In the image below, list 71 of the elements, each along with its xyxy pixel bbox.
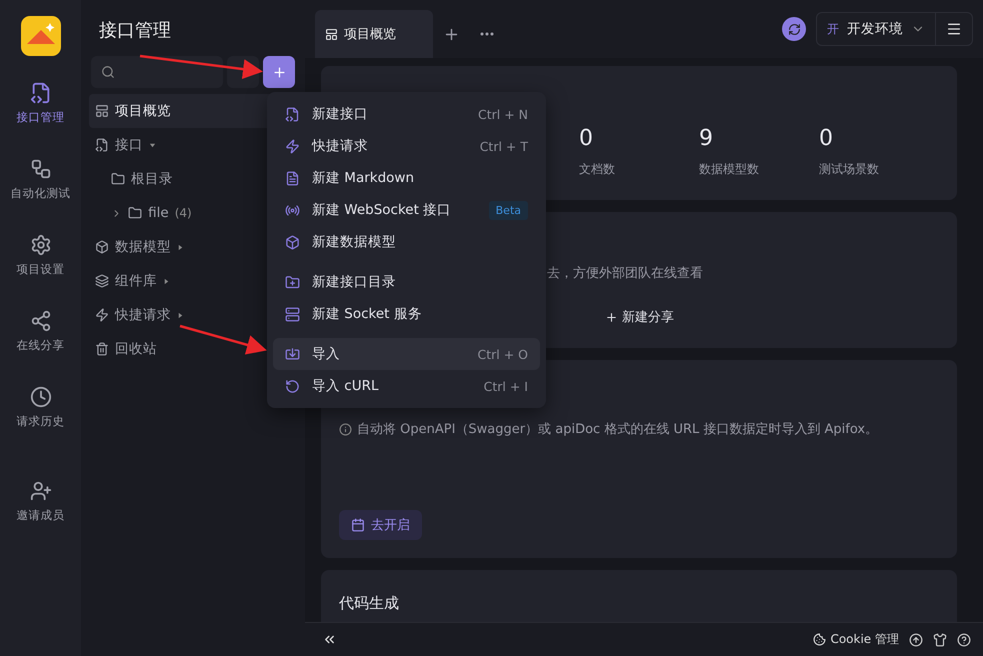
stat-label: 测试场景数: [819, 161, 880, 178]
menu-icon: [946, 21, 962, 37]
card-title: 代码生成: [339, 594, 400, 613]
cube-icon: [95, 240, 110, 254]
sync-button[interactable]: [782, 17, 806, 41]
nav-item[interactable]: 接口管理: [16, 82, 65, 158]
flow-icon: [30, 158, 52, 180]
info-icon: [339, 422, 352, 436]
stat-value: 0: [819, 126, 834, 151]
import-icon: [285, 346, 300, 362]
caret-icon[interactable]: [163, 278, 170, 284]
plus-icon: [605, 310, 618, 324]
layers-icon: [95, 274, 110, 288]
beta-badge: Beta: [488, 200, 528, 220]
nav-item[interactable]: 请求历史: [16, 386, 65, 462]
folder-plus-icon: [285, 274, 300, 290]
caret-icon[interactable]: [177, 244, 184, 250]
shortcut-text: Ctrl + I: [484, 378, 528, 394]
plus-icon: [272, 64, 286, 80]
clock-icon: [30, 386, 52, 408]
cookie-button[interactable]: Cookie 管理: [813, 631, 899, 648]
nav-item[interactable]: 在线分享: [16, 310, 65, 386]
lightning-icon: [95, 308, 110, 322]
layout-icon: [95, 104, 110, 118]
logo-icon: [20, 16, 61, 56]
cube-icon: [285, 234, 300, 250]
rotate-icon: [285, 378, 300, 394]
caret-icon[interactable]: [149, 142, 156, 148]
shortcut-text: Ctrl + N: [478, 106, 528, 122]
folder-icon: [111, 172, 126, 186]
import-text: 自动将 OpenAPI（Swagger）或 apiDoc 格式的在线 URL 接口数据定时导入到 Apifox。: [357, 421, 878, 438]
menu-item[interactable]: 导入 cURL Ctrl + I: [273, 370, 540, 402]
share-text: 去，方便外部团队在线查看: [547, 265, 704, 282]
nav-item[interactable]: 项目设置: [16, 234, 65, 310]
api-icon: [285, 106, 300, 122]
layout-icon: [325, 28, 338, 40]
user-plus-icon: [30, 480, 52, 502]
search-icon: [101, 65, 116, 79]
caret-icon[interactable]: [177, 312, 184, 318]
calendar-icon: [351, 518, 365, 532]
search-field[interactable]: [91, 56, 223, 88]
nav-item[interactable]: 邀请成员: [16, 480, 65, 556]
shortcut-text: Ctrl + O: [477, 346, 528, 362]
enable-button[interactable]: 去开启: [339, 510, 422, 540]
share-icon: [30, 310, 52, 332]
new-share-button[interactable]: 新建分享: [601, 304, 678, 330]
radio-icon: [285, 202, 300, 218]
shortcut-text: Ctrl + T: [480, 138, 528, 154]
stat-value: 0: [579, 126, 594, 151]
panel-title: 接口管理: [98, 19, 172, 43]
trash-icon: [95, 342, 110, 356]
tab[interactable]: 项目概览: [315, 10, 433, 58]
api-icon: [30, 82, 52, 104]
cookie-icon: [813, 633, 826, 646]
upload-icon[interactable]: [909, 632, 923, 646]
document-icon: [285, 170, 300, 186]
shirt-icon[interactable]: [933, 632, 947, 646]
add-button[interactable]: [263, 56, 295, 88]
settings-icon: [30, 234, 52, 256]
api-icon: [95, 138, 110, 152]
server-icon: [285, 306, 300, 322]
menu-item[interactable]: 导入 Ctrl + O: [273, 338, 540, 370]
stat-value: 9: [699, 126, 714, 151]
lightning-icon: [285, 138, 300, 154]
nav-item[interactable]: 自动化测试: [10, 158, 71, 234]
help-icon[interactable]: [957, 632, 971, 646]
more-icon: [480, 32, 494, 36]
refresh-icon: [788, 22, 800, 36]
stat-label: 数据模型数: [699, 161, 760, 178]
folder-icon: [128, 206, 142, 220]
stat-label: 文档数: [579, 161, 616, 178]
